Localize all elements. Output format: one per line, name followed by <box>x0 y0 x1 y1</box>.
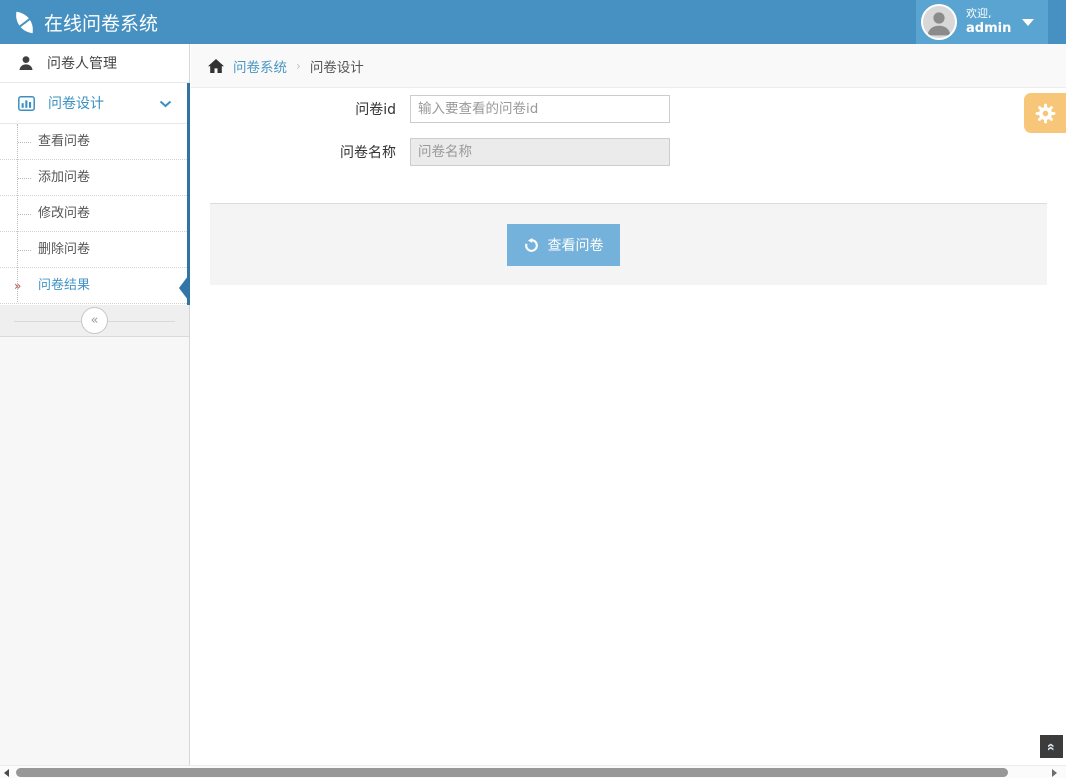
questionnaire-id-row: 问卷id <box>191 95 670 123</box>
brand-title: 在线问卷系统 <box>44 9 158 36</box>
chevrons-up-icon: « <box>1044 743 1058 751</box>
questionnaire-name-label: 问卷名称 <box>191 142 410 162</box>
settings-gear-button[interactable] <box>1024 93 1066 133</box>
collapse-icon: « <box>91 313 99 328</box>
caret-down-icon <box>1022 19 1034 26</box>
sidebar-item-label: 问卷设计 <box>48 93 104 113</box>
active-item-arrow-indicator <box>179 276 188 300</box>
scrollbar-right-arrow[interactable] <box>1052 769 1057 777</box>
breadcrumb-root-link[interactable]: 问卷系统 <box>233 56 287 76</box>
username: admin <box>966 21 1011 37</box>
submenu-item-questionnaire-results[interactable]: » 问卷结果 <box>0 268 189 304</box>
active-marker-icon: » <box>14 268 21 304</box>
bar-chart-icon <box>18 96 35 111</box>
submenu-item-label: 修改问卷 <box>38 206 90 221</box>
chevron-down-icon <box>159 100 172 108</box>
questionnaire-name-input <box>410 138 670 166</box>
submenu-item-label: 问卷结果 <box>38 278 90 293</box>
person-photo-placeholder <box>923 6 955 38</box>
breadcrumb-current: 问卷设计 <box>310 56 364 76</box>
gear-icon <box>1035 103 1056 124</box>
sidebar-collapse-row: « <box>0 305 189 337</box>
home-icon[interactable] <box>208 59 224 73</box>
questionnaire-name-row: 问卷名称 <box>191 138 670 166</box>
sidebar: 问卷人管理 问卷设计 查看问卷 添加问卷 修改问卷 <box>0 44 190 765</box>
submenu-item-add-questionnaire[interactable]: 添加问卷 <box>0 160 189 196</box>
scrollbar-left-arrow[interactable] <box>4 769 9 777</box>
sidebar-item-respondent-management[interactable]: 问卷人管理 <box>0 44 189 83</box>
submenu-item-modify-questionnaire[interactable]: 修改问卷 <box>0 196 189 232</box>
submenu-item-label: 删除问卷 <box>38 242 90 257</box>
submenu-item-label: 添加问卷 <box>38 170 90 185</box>
scrollbar-thumb[interactable] <box>16 768 1008 777</box>
breadcrumb-separator: › <box>296 59 301 73</box>
sidebar-lower-area <box>0 337 189 765</box>
main-content: 问卷id 问卷名称 查看问卷 <box>191 89 1066 765</box>
user-text: 欢迎, admin <box>966 7 1011 37</box>
brand[interactable]: 在线问卷系统 <box>15 0 158 44</box>
submenu-item-view-questionnaire[interactable]: 查看问卷 <box>0 124 189 160</box>
sidebar-collapse-button[interactable]: « <box>81 307 108 334</box>
user-greeting: 欢迎, <box>966 7 1011 21</box>
leaf-icon <box>14 11 35 32</box>
avatar <box>921 4 957 40</box>
sidebar-item-label: 问卷人管理 <box>47 53 117 73</box>
form-action-panel: 查看问卷 <box>210 203 1047 285</box>
submenu-item-label: 查看问卷 <box>38 134 90 149</box>
active-menu-accent-line <box>187 83 190 305</box>
app-header: 在线问卷系统 欢迎, admin <box>0 0 1066 44</box>
sidebar-item-questionnaire-design[interactable]: 问卷设计 <box>0 83 189 124</box>
questionnaire-id-input[interactable] <box>410 95 670 123</box>
horizontal-scrollbar[interactable] <box>0 765 1066 778</box>
view-questionnaire-button[interactable]: 查看问卷 <box>507 224 620 266</box>
questionnaire-id-label: 问卷id <box>191 99 410 119</box>
sidebar-submenu: 查看问卷 添加问卷 修改问卷 删除问卷 » 问卷结果 <box>0 124 189 304</box>
refresh-icon <box>524 238 539 253</box>
user-menu[interactable]: 欢迎, admin <box>916 0 1048 44</box>
view-questionnaire-button-label: 查看问卷 <box>548 235 604 255</box>
app-window: 在线问卷系统 欢迎, admin 问卷人管理 <box>0 0 1066 778</box>
user-icon <box>18 55 34 71</box>
breadcrumb: 问卷系统 › 问卷设计 <box>191 44 1066 88</box>
submenu-item-delete-questionnaire[interactable]: 删除问卷 <box>0 232 189 268</box>
back-to-top-button[interactable]: « <box>1040 735 1063 758</box>
